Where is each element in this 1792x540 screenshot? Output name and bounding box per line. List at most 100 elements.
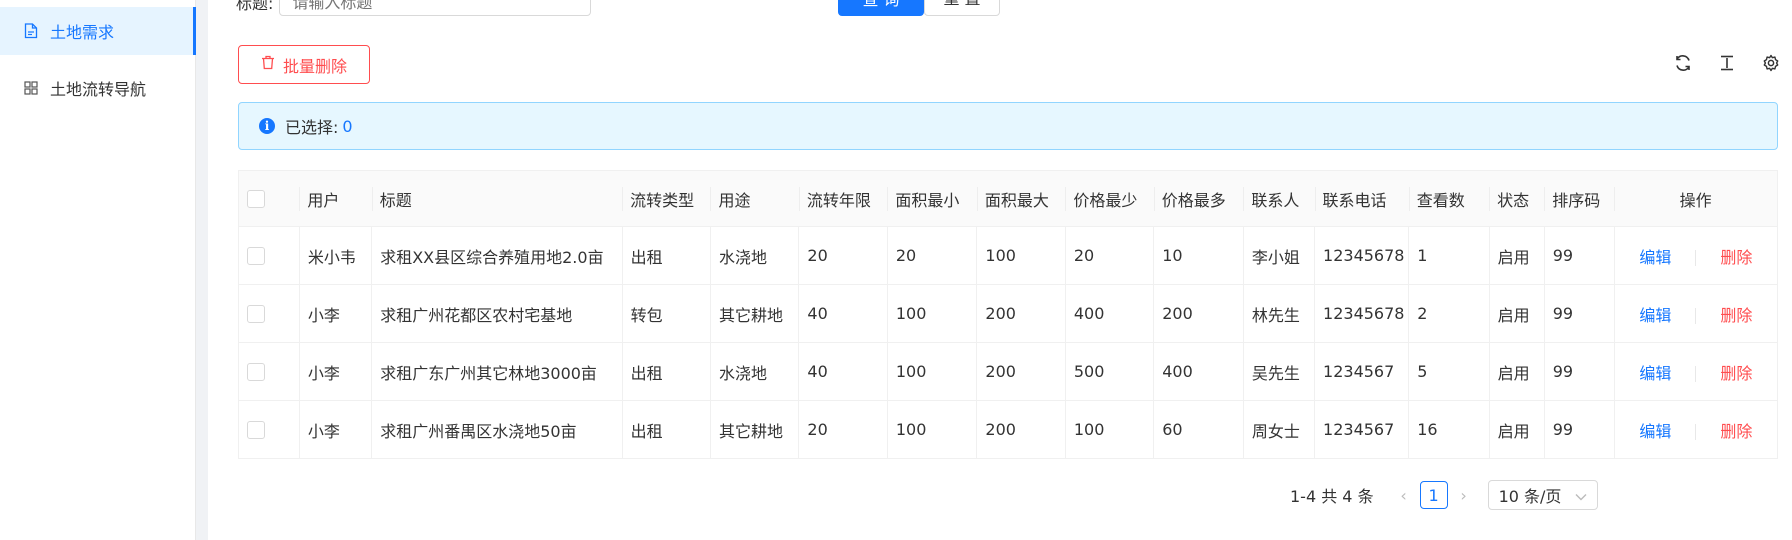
query-button[interactable]: 查 询 [838,0,924,16]
table-cell: 水浇地 [709,226,799,285]
table-cell: 小李 [298,342,372,401]
reload-icon[interactable] [1672,52,1694,74]
table-cell: 吴先生 [1242,342,1315,401]
table-cell: 99 [1543,342,1615,401]
column-header[interactable]: 联系电话 [1314,170,1409,227]
table-cell: 米小韦 [298,226,372,285]
table-row[interactable]: 小李 求租广州番禺区水浇地50亩 出租 其它耕地 20 100 200 100 60 周女士 123… [238,400,1778,459]
trash-icon [261,55,275,74]
selected-count: 0 [342,116,353,136]
edit-link[interactable]: 编辑 [1639,306,1671,325]
table-cell: 李小姐 [1242,226,1315,285]
table-cell: 其它耕地 [709,400,799,459]
column-header[interactable]: 面积最大 [976,170,1066,227]
action-divider [1695,424,1697,440]
table-cell: 200 [976,342,1066,401]
row-select-cell [238,226,300,285]
table-cell: 20 [798,226,888,285]
column-header[interactable]: 标题 [371,170,623,227]
table-cell: 100 [1064,400,1154,459]
column-header[interactable]: 联系人 [1243,170,1315,227]
column-header[interactable]: 面积最小 [887,170,977,227]
edit-link[interactable]: 编辑 [1639,422,1671,441]
table-cell: 求租广州番禺区水浇地50亩 [371,400,623,459]
table-cell: 12345678 [1314,226,1409,285]
reset-button[interactable]: 重 置 [924,0,1000,16]
table-cell: 5 [1408,342,1490,401]
table-cell: 20 [886,226,977,285]
row-select-cell [238,342,300,401]
table-cell: 100 [886,400,977,459]
table-row[interactable]: 小李 求租广东广州其它林地3000亩 出租 水浇地 40 100 200 500 400 吴先生 1… [238,342,1778,401]
sidebar-item-land-transfer-nav[interactable]: 土地流转导航 [0,64,196,112]
table-cell: 99 [1543,284,1615,343]
row-checkbox[interactable] [247,421,265,440]
table-cell: 2 [1408,284,1490,343]
table-cell: 500 [1064,342,1154,401]
table-row[interactable]: 小李 求租广州花都区农村宅基地 转包 其它耕地 40 100 200 400 200 林先生 123… [238,284,1778,343]
table-cell: 小李 [298,284,372,343]
column-header[interactable]: 排序码 [1544,170,1615,227]
table-cell: 400 [1064,284,1154,343]
table-cell: 100 [886,284,977,343]
page-size-value: 10 条/页 [1498,487,1562,506]
table-cell: 小李 [298,400,372,459]
table-cell: 200 [976,400,1066,459]
table-cell: 启用 [1488,400,1545,459]
sidebar-item-land-demand[interactable]: 土地需求 [0,7,196,55]
table-cell: 出租 [621,226,711,285]
table-cell: 20 [1064,226,1154,285]
column-header[interactable]: 流转类型 [622,170,711,227]
next-page-icon[interactable]: › [1452,481,1476,509]
table-cell: 其它耕地 [709,284,799,343]
table-cell: 200 [976,284,1066,343]
delete-link[interactable]: 删除 [1720,422,1752,441]
column-header[interactable]: 状态 [1489,170,1545,227]
table-cell: 周女士 [1242,400,1315,459]
title-input[interactable] [279,0,592,16]
table-cell: 转包 [621,284,711,343]
table-cell: 出租 [621,400,711,459]
delete-link[interactable]: 删除 [1720,364,1752,383]
table-cell: 20 [798,400,888,459]
main-content: 标题: 查 询 重 置 批量删除 i 已选择: 0 用户 [208,0,1792,540]
column-header[interactable]: 用途 [710,170,799,227]
pagination: 1-4 共 4 条 ‹ 1 › 10 条/页 [1290,480,1598,510]
table-cell: 99 [1543,400,1615,459]
delete-link[interactable]: 删除 [1720,248,1752,267]
table-cell: 启用 [1488,342,1545,401]
page-size-select[interactable]: 10 条/页 [1487,480,1598,510]
column-header[interactable]: 价格最少 [1065,170,1154,227]
sidebar-item-label: 土地需求 [50,23,115,42]
table-cell: 求租广州花都区农村宅基地 [371,284,623,343]
row-actions: 编辑 删除 [1613,400,1778,459]
column-header[interactable]: 用户 [299,170,372,227]
column-header[interactable]: 价格最多 [1153,170,1244,227]
page-number-button[interactable]: 1 [1419,481,1448,509]
edit-link[interactable]: 编辑 [1639,248,1671,267]
selected-label: 已选择: [285,118,339,137]
sidebar: 土地需求 土地流转导航 [0,0,196,540]
row-checkbox[interactable] [247,363,265,382]
action-divider [1695,366,1697,382]
select-all-checkbox[interactable] [247,190,265,209]
table-cell: 100 [886,342,977,401]
batch-delete-button[interactable]: 批量删除 [238,45,370,84]
table-cell: 40 [798,342,888,401]
table-toolbar [1672,52,1782,74]
file-icon [22,22,40,40]
row-checkbox[interactable] [247,305,265,324]
delete-link[interactable]: 删除 [1720,306,1752,325]
edit-link[interactable]: 编辑 [1639,364,1671,383]
table-cell: 16 [1408,400,1490,459]
column-height-icon[interactable] [1716,52,1738,74]
column-header[interactable]: 查看数 [1408,170,1490,227]
column-header: 操作 [1614,170,1778,227]
row-checkbox[interactable] [247,247,265,266]
table-row[interactable]: 米小韦 求租XX县区综合养殖用地2.0亩 出租 水浇地 20 20 100 20 10 李小姐 12… [238,226,1778,285]
column-header[interactable]: 流转年限 [798,170,888,227]
row-select-cell [238,284,300,343]
pagination-total: 1-4 共 4 条 [1290,487,1374,506]
prev-page-icon[interactable]: ‹ [1392,481,1416,509]
setting-icon[interactable] [1760,52,1782,74]
